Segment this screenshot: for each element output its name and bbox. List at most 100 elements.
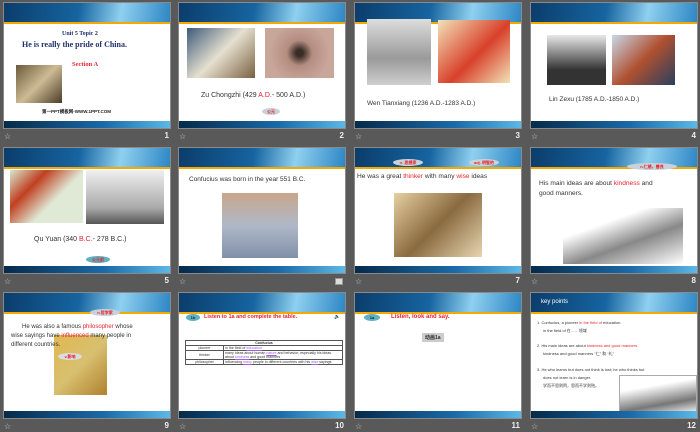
slide-thumbnail-11[interactable]: 1a Listen, look and say. 动画1a ☆ 11 xyxy=(354,292,522,432)
slide-thumbnail-5[interactable]: Qu Yuan (340 B.C.- 278 B.C.) 公元前 ☆ 5 xyxy=(3,147,171,287)
star-icon[interactable]: ☆ xyxy=(531,132,538,141)
slide-text: He was also a famous philosopher whose xyxy=(22,324,133,330)
text: He was a great xyxy=(357,173,404,180)
slide-11[interactable]: 1a Listen, look and say. 动画1a xyxy=(354,292,522,419)
star-icon[interactable]: ☆ xyxy=(4,132,11,141)
star-icon[interactable]: ☆ xyxy=(4,277,11,286)
slide-text: He was a great thinker with many wise id… xyxy=(357,173,487,180)
slide-thumbnail-12[interactable]: key points 1. Confucius, a pioneer in th… xyxy=(530,292,698,432)
annotation-bubble: n.哲学家 xyxy=(90,309,120,316)
date-start: Qu Yuan (340 xyxy=(34,236,80,243)
highlight: B.C. xyxy=(79,236,93,243)
divider xyxy=(4,22,170,24)
annotation-bubble: v.影响 xyxy=(58,353,82,360)
animation-button[interactable]: 动画1a xyxy=(422,333,444,342)
star-icon[interactable]: ☆ xyxy=(179,422,186,431)
slide-4[interactable]: Lin Zexu (1785 A.D.-1850 A.D.) xyxy=(530,2,698,129)
slide-thumbnail-7[interactable]: n. 思想家 adj. 明智的 He was a great thinker w… xyxy=(354,147,522,287)
painting-image xyxy=(394,193,482,257)
speaker-icon[interactable]: 🔈 xyxy=(334,314,340,320)
slide-thumbnail-4[interactable]: Lin Zexu (1785 A.D.-1850 A.D.) ☆ 4 xyxy=(530,2,698,142)
slide-9[interactable]: n.哲学家 He was also a famous philosopher w… xyxy=(3,292,171,419)
divider xyxy=(4,312,170,314)
slide-title: He is really the pride of China. xyxy=(22,40,127,49)
slide-thumbnail-1[interactable]: Unit 5 Topic 2 He is really the pride of… xyxy=(3,2,171,142)
footer-band xyxy=(179,121,345,128)
confucius-table: Confucius pioneer in the field of educati… xyxy=(185,340,343,365)
date-end: - 500 A.D.) xyxy=(271,92,306,99)
star-icon[interactable]: ☆ xyxy=(179,277,186,286)
text: in the field of xyxy=(225,346,247,350)
star-icon[interactable]: ☆ xyxy=(4,422,11,431)
slide-text: good manners. xyxy=(539,190,583,197)
text: and good manners xyxy=(249,355,281,359)
slide-thumbnail-9[interactable]: n.哲学家 He was also a famous philosopher w… xyxy=(3,292,171,432)
slide-6[interactable]: Confucius was born in the year 551 B.C. xyxy=(178,147,346,274)
footer-band xyxy=(355,266,521,273)
slide-title: Listen, look and say. xyxy=(391,314,450,320)
activity-badge: 1a xyxy=(364,314,380,321)
slide-2[interactable]: Zu Chongzhi (429 A.D.- 500 A.D.) 公元 xyxy=(178,2,346,129)
slide-thumbnail-2[interactable]: Zu Chongzhi (429 A.D.- 500 A.D.) 公元 ☆ 2 xyxy=(178,2,346,142)
text: influencing xyxy=(225,360,244,364)
text: sayings xyxy=(318,360,332,364)
text: with many xyxy=(422,173,457,180)
slide-number: 12 xyxy=(687,421,696,430)
text: and xyxy=(639,180,653,187)
slide-number: 5 xyxy=(164,276,169,285)
slide-7[interactable]: n. 思想家 adj. 明智的 He was a great thinker w… xyxy=(354,147,522,274)
star-icon[interactable]: ☆ xyxy=(355,132,362,141)
highlight: thinker xyxy=(403,173,423,180)
slide-3[interactable]: Wen Tianxiang (1236 A.D.-1283 A.D.) xyxy=(354,2,522,129)
annotation-bubble: 公元前 xyxy=(86,256,110,263)
star-icon[interactable]: ☆ xyxy=(355,422,362,431)
text: whose xyxy=(113,324,133,330)
highlight: philosopher xyxy=(82,324,114,330)
slide-10[interactable]: 1b Listen to 1a and complete the table. … xyxy=(178,292,346,419)
star-icon[interactable]: ☆ xyxy=(355,277,362,286)
relief-image xyxy=(265,28,334,78)
footer-band xyxy=(4,266,170,273)
header-band xyxy=(179,293,345,312)
text: His main ideas are about xyxy=(539,180,614,187)
footer-band xyxy=(355,411,521,418)
star-icon[interactable]: ☆ xyxy=(531,277,538,286)
slide-thumbnail-10[interactable]: 1b Listen to 1a and complete the table. … xyxy=(178,292,346,432)
star-icon[interactable]: ☆ xyxy=(531,422,538,431)
star-icon[interactable]: ☆ xyxy=(179,132,186,141)
slide-number: 4 xyxy=(691,131,696,140)
slide-thumbnail-8[interactable]: n.仁慈，善良 His main ideas are about kindnes… xyxy=(530,147,698,287)
slide-number: 9 xyxy=(164,421,169,430)
footer-band xyxy=(4,121,170,128)
date-start: (429 xyxy=(242,92,259,99)
slide-1[interactable]: Unit 5 Topic 2 He is really the pride of… xyxy=(3,2,171,129)
slide-text: different countries. xyxy=(11,342,61,348)
slide-heading: key points xyxy=(541,299,569,305)
slide-8[interactable]: n.仁慈，善良 His main ideas are about kindnes… xyxy=(530,147,698,274)
text: people in different countries with his xyxy=(251,360,312,364)
text: many people in xyxy=(88,333,132,339)
slide-thumbnail-6[interactable]: Confucius was born in the year 551 B.C. … xyxy=(178,147,346,287)
point-1: 1. Confucius, a pioneer in the field of … xyxy=(537,320,622,325)
footer-band xyxy=(179,411,345,418)
person-name: Zu Chongzhi xyxy=(201,92,241,99)
point-2: 2. His main ideas are about kindness and… xyxy=(537,343,638,348)
text: 1. Confucius, a pioneer xyxy=(537,320,580,325)
slide-text: wise sayings have influenced many people… xyxy=(11,333,131,339)
slide-5[interactable]: Qu Yuan (340 B.C.- 278 B.C.) 公元前 xyxy=(3,147,171,274)
portrait-image xyxy=(547,35,606,85)
text: ideas xyxy=(469,173,488,180)
annotation-bubble: 公元 xyxy=(262,108,280,115)
slide-12[interactable]: key points 1. Confucius, a pioneer in th… xyxy=(530,292,698,419)
annotation-bubble: n.仁慈，善良 xyxy=(627,163,677,170)
highlight: influenced xyxy=(61,333,89,339)
footer-band xyxy=(355,121,521,128)
slide-thumbnail-3[interactable]: Wen Tianxiang (1236 A.D.-1283 A.D.) ☆ 3 xyxy=(354,2,522,142)
header-band xyxy=(4,3,170,22)
table-row: thinker many ideas about human nature and… xyxy=(185,350,343,360)
section-label: Section A xyxy=(72,61,99,68)
slide-number: 7 xyxy=(515,276,520,285)
media-icon[interactable] xyxy=(335,278,343,285)
highlight: kindness xyxy=(613,180,640,187)
row-label: philosopher xyxy=(185,359,224,365)
